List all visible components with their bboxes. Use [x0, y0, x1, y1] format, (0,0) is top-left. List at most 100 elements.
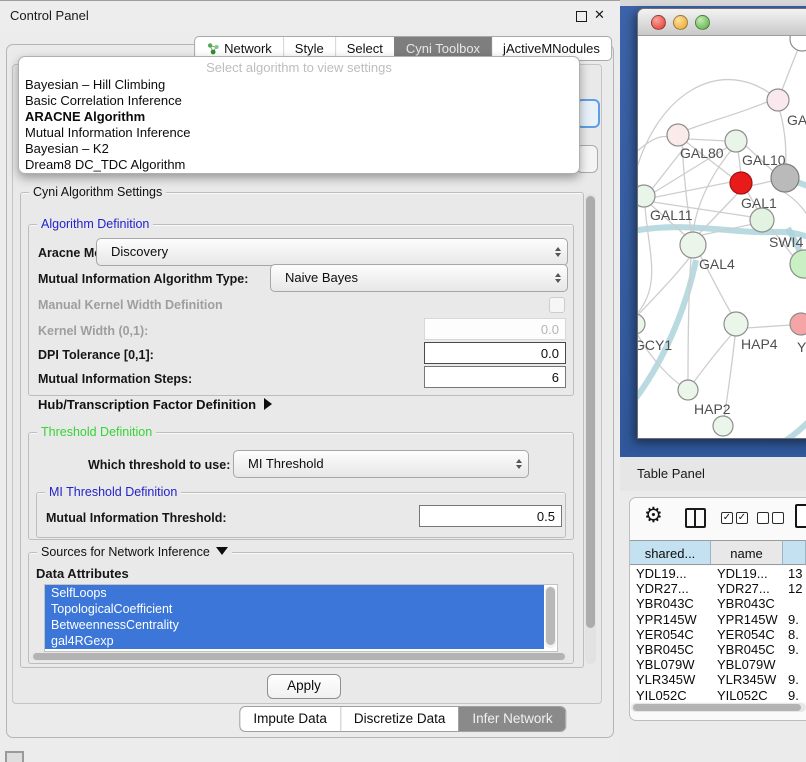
data-attributes-list[interactable]: SelfLoopsTopologicalCoefficientBetweenne…: [44, 584, 558, 652]
table-row[interactable]: YPR145WYPR145W9.: [630, 612, 806, 627]
table-row[interactable]: YBR043CYBR043C: [630, 596, 806, 611]
network-node-gal4[interactable]: [680, 232, 706, 258]
network-node-y[interactable]: [790, 313, 806, 335]
algorithm-option[interactable]: Dream8 DC_TDC Algorithm: [23, 157, 565, 173]
algorithm-option[interactable]: Bayesian – Hill Climbing: [23, 77, 565, 93]
network-node-gal10[interactable]: [725, 130, 747, 152]
table-hscrollbar[interactable]: [631, 703, 806, 712]
network-node-gal11[interactable]: [638, 185, 655, 207]
network-edge[interactable]: [651, 182, 731, 198]
attribute-item-selected[interactable]: TopologicalCoefficient: [45, 601, 544, 617]
table-cell: 13: [788, 566, 802, 581]
table-row[interactable]: YLR345WYLR345W9.: [630, 672, 806, 687]
network-node-hap4[interactable]: [724, 312, 748, 336]
tab-label: Style: [295, 41, 324, 56]
attribute-item-selected[interactable]: gal4RGexp: [45, 633, 544, 649]
mi-type-combo[interactable]: Naive Bayes: [270, 264, 568, 292]
mi-steps-field[interactable]: [424, 366, 566, 388]
network-window[interactable]: GALGAL80GAL10GAL1GAL11SWI4GAL4GCY1HAP4YH…: [637, 8, 806, 439]
network-edge[interactable]: [688, 258, 691, 381]
settings-scrollbar[interactable]: [585, 194, 596, 664]
dpi-tolerance-field[interactable]: [424, 342, 566, 364]
algorithm-option[interactable]: Basic Correlation Inference: [23, 93, 565, 109]
table-panel-title: Table Panel: [637, 466, 705, 481]
algorithm-option[interactable]: Bayesian – K2: [23, 141, 565, 157]
bottom-tab-discretize-data[interactable]: Discretize Data: [340, 707, 459, 731]
kernel-width-field[interactable]: [424, 318, 566, 340]
network-node[interactable]: [713, 416, 733, 436]
mi-type-value: Naive Bayes: [285, 270, 358, 285]
table-row[interactable]: YIL052CYIL052C9.: [630, 688, 806, 702]
algorithm-select-popup: Select algorithm to view settings Bayesi…: [18, 56, 580, 174]
bottom-tab-bar: Impute DataDiscretize DataInfer Network: [239, 706, 566, 732]
tab-label: Cyni Toolbox: [406, 41, 480, 56]
sources-title[interactable]: Sources for Network Inference: [37, 545, 232, 559]
sources-hscrollbar[interactable]: [30, 652, 570, 661]
network-node[interactable]: [790, 36, 806, 51]
mi-threshold-field[interactable]: [419, 505, 562, 527]
attribute-item-selected[interactable]: SelfLoops: [45, 585, 544, 601]
network-node[interactable]: [771, 164, 799, 192]
aracne-mode-value: Discovery: [111, 244, 168, 259]
network-node-gal80[interactable]: [667, 124, 689, 146]
close-window-icon[interactable]: [651, 15, 666, 30]
network-node-gal[interactable]: [767, 89, 789, 111]
network-edge[interactable]: [687, 139, 728, 141]
column-layout-icon[interactable]: [685, 508, 706, 528]
node-label: GAL4: [699, 256, 735, 272]
table-row[interactable]: YER054CYER054C8.: [630, 627, 806, 642]
table-cell: YPR145W: [636, 612, 697, 627]
network-window-titlebar[interactable]: [638, 9, 806, 36]
attribute-list-scrollbar[interactable]: [545, 586, 556, 648]
table-row[interactable]: YBL079WYBL079W: [630, 657, 806, 672]
network-node-swi4[interactable]: [750, 208, 774, 232]
close-panel-icon[interactable]: ✕: [594, 7, 605, 23]
stepper-arrows-icon: [555, 273, 561, 283]
network-edge[interactable]: [682, 98, 776, 132]
table-cell: 8.: [788, 627, 799, 642]
select-all-checkboxes-icon[interactable]: ✓✓: [721, 512, 748, 524]
expander-expanded-icon: [216, 547, 228, 555]
zoom-window-icon[interactable]: [695, 15, 710, 30]
table-column-header[interactable]: shared...: [630, 540, 711, 565]
manual-kernel-label: Manual Kernel Width Definition: [38, 298, 223, 312]
network-node-gcy1[interactable]: [638, 314, 645, 334]
minimize-window-icon[interactable]: [673, 15, 688, 30]
aracne-mode-combo[interactable]: Discovery: [96, 238, 568, 266]
bottom-tab-impute-data[interactable]: Impute Data: [240, 707, 340, 731]
network-node-hap2[interactable]: [678, 380, 698, 400]
network-edge[interactable]: [738, 150, 741, 174]
corner-partial-icon: [5, 751, 24, 762]
network-canvas[interactable]: GALGAL80GAL10GAL1GAL11SWI4GAL4GCY1HAP4YH…: [638, 36, 806, 438]
manual-kernel-checkbox[interactable]: [549, 297, 565, 313]
network-edge[interactable]: [750, 181, 772, 186]
table-column-header[interactable]: name: [711, 540, 783, 565]
table-column-header[interactable]: [783, 540, 806, 565]
table-cell: YLR345W: [717, 672, 776, 687]
network-edge[interactable]: [638, 80, 776, 186]
network-node-gal1[interactable]: [730, 172, 752, 194]
gear-icon[interactable]: ⚙: [644, 503, 663, 528]
table-cell: YIL052C: [636, 688, 687, 702]
attribute-item-selected[interactable]: BetweennessCentrality: [45, 617, 544, 633]
table-row[interactable]: YBR045CYBR045C9.: [630, 642, 806, 657]
float-panel-icon[interactable]: [576, 11, 587, 22]
settings-scrollbar-thumb[interactable]: [586, 196, 595, 628]
deselect-all-checkboxes-icon[interactable]: [757, 512, 784, 524]
table-row[interactable]: YDR27...YDR27...12: [630, 581, 806, 596]
algorithm-option[interactable]: Mutual Information Inference: [23, 125, 565, 141]
dpi-tolerance-label: DPI Tolerance [0,1]:: [38, 348, 154, 362]
network-edge[interactable]: [746, 325, 791, 328]
network-edge[interactable]: [693, 333, 733, 383]
kernel-width-label: Kernel Width (0,1):: [38, 324, 148, 338]
table-cell: YLR345W: [636, 672, 695, 687]
which-threshold-combo[interactable]: MI Threshold: [233, 450, 529, 478]
bottom-tab-infer-network[interactable]: Infer Network: [458, 707, 565, 731]
table-rows: YDL19...YDL19...13YDR27...YDR27...12YBR0…: [630, 566, 806, 702]
algorithm-option[interactable]: ARACNE Algorithm: [23, 109, 565, 125]
document-icon[interactable]: [795, 504, 806, 528]
table-cell: YBR045C: [717, 642, 775, 657]
apply-button[interactable]: Apply: [267, 674, 341, 699]
table-row[interactable]: YDL19...YDL19...13: [630, 566, 806, 581]
hub-definition-expander[interactable]: Hub/Transcription Factor Definition: [38, 397, 272, 412]
